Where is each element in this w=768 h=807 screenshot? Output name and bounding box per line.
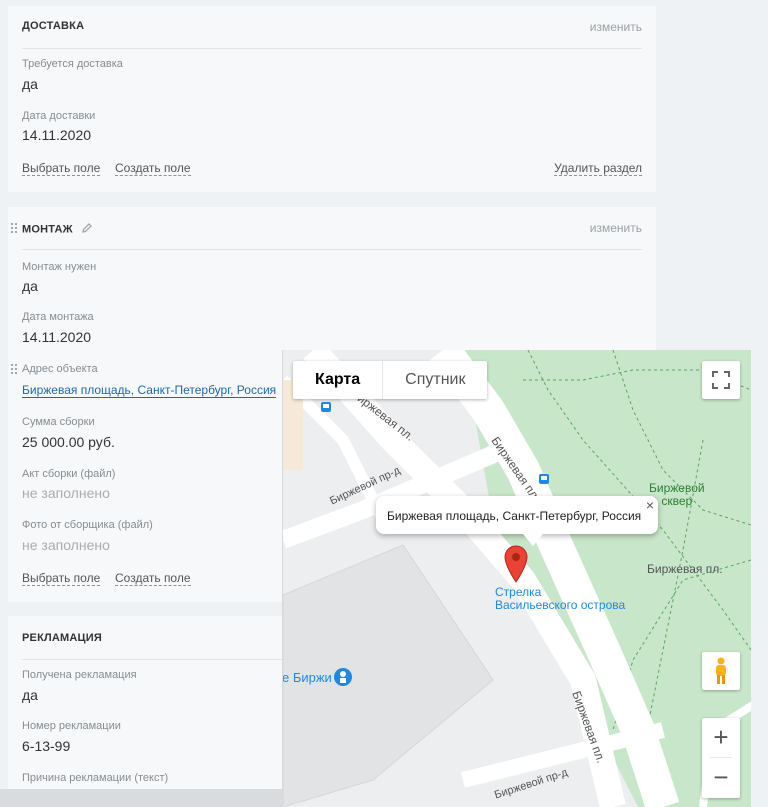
street-label: Биржевая пл. xyxy=(647,562,723,576)
field-value: 14.11.2020 xyxy=(22,127,92,143)
map-info-window: Биржевая площадь, Санкт-Петербург, Росси… xyxy=(376,496,658,546)
mounting-section-title: МОНТАЖ xyxy=(22,223,92,236)
mounting-edit-link[interactable]: изменить xyxy=(590,221,642,235)
field-value: не заполнено xyxy=(22,485,110,501)
map-type-control: Карта Спутник xyxy=(293,361,488,399)
map-marker-icon[interactable] xyxy=(504,545,528,588)
fullscreen-icon xyxy=(712,371,730,389)
field-value: не заполнено xyxy=(22,537,110,553)
map-widget[interactable]: Биржевая пл. Биржевая пл. Биржевой пр-д … xyxy=(282,350,751,807)
select-field-link[interactable]: Выбрать поле xyxy=(22,161,101,176)
field-value: да xyxy=(22,278,38,294)
zoom-in-button[interactable]: + xyxy=(702,718,740,757)
pencil-icon[interactable] xyxy=(82,223,92,236)
delivery-edit-link[interactable]: изменить xyxy=(590,20,642,34)
field-label: Акт сборки (файл) xyxy=(22,468,116,480)
map-type-satellite-button[interactable]: Спутник xyxy=(383,361,487,399)
field-label: Причина рекламации (текст) xyxy=(22,772,169,784)
info-window-text: Биржевая площадь, Санкт-Петербург, Росси… xyxy=(387,509,642,523)
drag-handle-icon[interactable] xyxy=(11,223,17,235)
delete-section-link[interactable]: Удалить раздел xyxy=(554,161,642,176)
field-label: Получена рекламация xyxy=(22,669,137,681)
delivery-section-title: ДОСТАВКА xyxy=(22,20,85,32)
field-label: Дата доставки xyxy=(22,110,96,122)
field-label: Монтаж нужен xyxy=(22,261,97,273)
drag-handle-icon[interactable] xyxy=(11,364,17,376)
delivery-section: ДОСТАВКА изменить Требуется доставка да … xyxy=(8,6,656,192)
field-label: Требуется доставка xyxy=(22,58,123,70)
field-value: 25 000.00 руб. xyxy=(22,434,115,450)
create-field-link[interactable]: Создать поле xyxy=(115,571,191,586)
mounting-title-text: МОНТАЖ xyxy=(22,223,73,236)
poi-label[interactable]: е Биржи xyxy=(283,670,332,685)
field-value: 14.11.2020 xyxy=(22,329,92,345)
close-icon[interactable]: × xyxy=(646,497,654,513)
pegman-icon xyxy=(716,657,726,684)
address-link[interactable]: Биржевая площадь, Санкт-Петербург, Росси… xyxy=(22,383,277,398)
field-label: Номер рекламации xyxy=(22,720,121,732)
field-label: Сумма сборки xyxy=(22,416,95,428)
divider xyxy=(22,249,642,250)
info-window-tail xyxy=(523,534,543,546)
zoom-out-button[interactable]: − xyxy=(702,758,740,797)
zoom-control: + − xyxy=(702,718,740,798)
street-view-pegman[interactable] xyxy=(702,652,740,690)
field-label: Адрес объекта xyxy=(22,363,98,375)
address-link-wrap: Биржевая площадь, Санкт-Петербург, Росси… xyxy=(22,381,277,398)
field-label: Дата монтажа xyxy=(22,311,94,323)
map-type-map-button[interactable]: Карта xyxy=(293,361,384,399)
field-value: да xyxy=(22,76,38,92)
field-label: Фото от сборщика (файл) xyxy=(22,519,153,531)
field-value: да xyxy=(22,687,38,703)
poi-label[interactable]: Стрелка Васильевского острова xyxy=(495,586,625,612)
divider xyxy=(22,48,642,49)
fullscreen-button[interactable] xyxy=(702,361,740,399)
complaint-section-title: РЕКЛАМАЦИЯ xyxy=(22,632,103,644)
select-field-link[interactable]: Выбрать поле xyxy=(22,571,101,586)
poi-label-line: Васильевского острова xyxy=(495,598,626,612)
create-field-link[interactable]: Создать поле xyxy=(115,161,191,176)
field-value: 6-13-99 xyxy=(22,738,71,754)
